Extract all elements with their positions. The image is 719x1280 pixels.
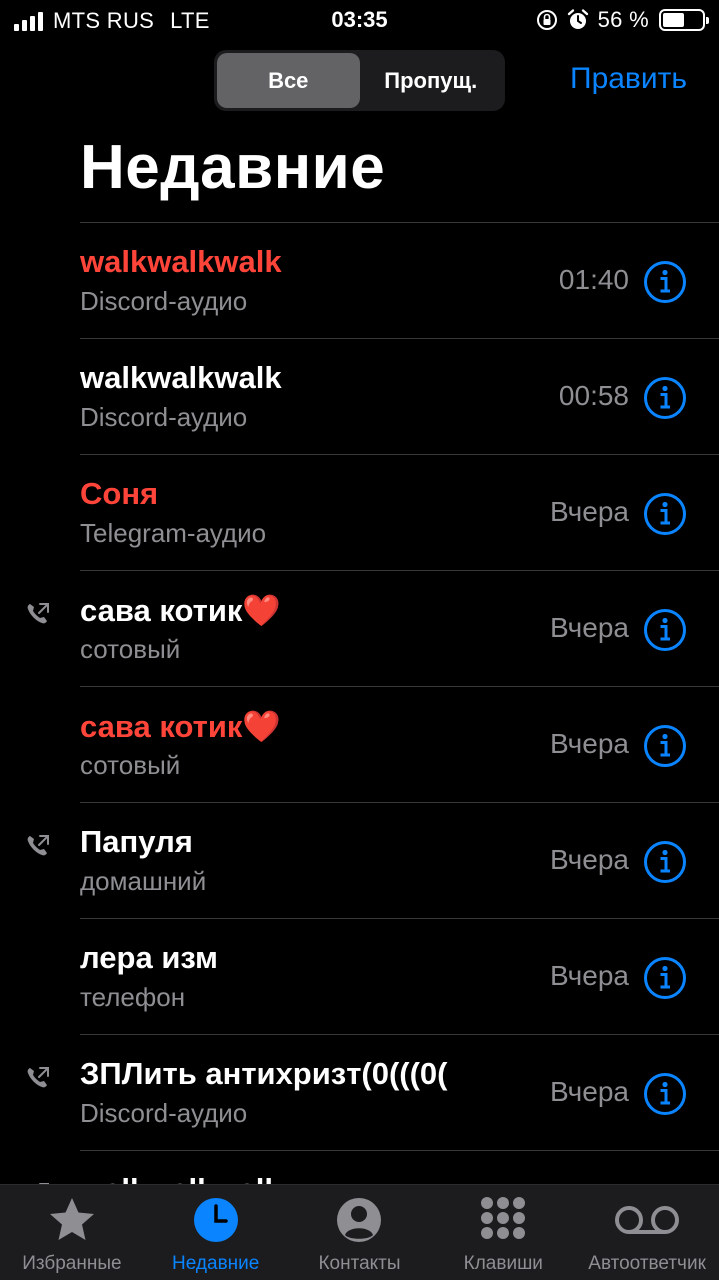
call-type: телефон [80, 982, 186, 1012]
call-row[interactable]: сава котик❤️ сотовый Вчера [0, 686, 719, 802]
battery-percent: 56 % [597, 7, 649, 32]
call-row[interactable]: лера изм телефон Вчера [0, 918, 719, 1034]
status-bar: MTS RUS LTE 03:35 56 % [0, 0, 719, 40]
call-row[interactable]: walkwalkwalk Discord-аудио 00:58 [0, 338, 719, 454]
caller-name: Папуля [80, 824, 193, 859]
star-icon [47, 1195, 97, 1245]
person-circle-icon [334, 1195, 384, 1245]
call-time: 01:40 [558, 264, 629, 295]
call-row[interactable]: ЗПЛить антихризт(0(((0( Discord-аудио Вчер… [0, 1034, 719, 1150]
outgoing-call-icon [24, 832, 52, 860]
tab-label: Недавние [172, 1253, 260, 1274]
caller-name: сава котик❤️ [80, 709, 281, 744]
call-time: Вчера [549, 728, 629, 759]
battery-fill [663, 13, 684, 27]
call-row[interactable]: walkwalkwalk Discord-аудио 01:40 [0, 222, 719, 338]
tab-keypad[interactable]: Клавиши [431, 1185, 575, 1280]
info-icon[interactable] [643, 608, 687, 652]
edit-button[interactable]: Править [570, 62, 687, 96]
tab-label: Автоответчик [588, 1253, 706, 1274]
call-time: Вчера [549, 960, 629, 991]
info-icon[interactable] [643, 956, 687, 1000]
call-time: Вчера [549, 844, 629, 875]
caller-name: walkwalkwalk [80, 360, 282, 395]
segment-all[interactable]: Все [217, 53, 360, 108]
call-type: Discord-аудио [80, 1098, 248, 1128]
page-title: Недавние [80, 133, 386, 202]
call-type: домашний [80, 866, 207, 896]
call-type: Discord-аудио [80, 402, 248, 432]
tab-voicemail[interactable]: Автоответчик [575, 1185, 719, 1280]
tab-label: Контакты [318, 1253, 401, 1274]
tab-clock[interactable]: Недавние [144, 1185, 288, 1280]
info-icon[interactable] [643, 260, 687, 304]
status-bar-right: 56 % [536, 7, 709, 33]
filter-segmented-control: Все Пропущ. [214, 50, 505, 111]
call-type: сотовый [80, 634, 181, 664]
call-time: Вчера [549, 1076, 629, 1107]
call-row[interactable]: Папуля домашний Вчера [0, 802, 719, 918]
orientation-lock-icon [536, 10, 557, 30]
caller-name: walkwalkwalk [80, 244, 282, 279]
tab-label: Клавиши [463, 1253, 543, 1274]
call-row[interactable]: Соня Telegram-аудио Вчера [0, 454, 719, 570]
alarm-icon [567, 9, 588, 29]
recents-screen: MTS RUS LTE 03:35 56 % Все Пропущ. Прави [0, 0, 719, 1280]
call-type: сотовый [80, 750, 181, 780]
recent-calls-list: walkwalkwalk Discord-аудио 01:40 walkwalkwa… [0, 222, 719, 1266]
info-icon[interactable] [643, 492, 687, 536]
call-time: Вчера [549, 612, 629, 643]
call-time: 00:58 [558, 380, 629, 411]
caller-name: ЗПЛить антихризт(0(((0( [80, 1056, 448, 1091]
call-type: Telegram-аудио [80, 518, 267, 548]
info-icon[interactable] [643, 724, 687, 768]
segment-missed[interactable]: Пропущ. [360, 53, 503, 108]
outgoing-call-icon [24, 1064, 52, 1092]
info-icon[interactable] [643, 840, 687, 884]
clock-icon [191, 1195, 241, 1245]
caller-name: лера изм [80, 940, 218, 975]
info-icon[interactable] [643, 1072, 687, 1116]
tab-bar: Избранные Недавние Контакты Клавиши Автоотве… [0, 1184, 719, 1280]
caller-name: сава котик❤️ [80, 593, 281, 628]
caller-name: Соня [80, 476, 159, 511]
tab-label: Избранные [22, 1253, 122, 1274]
call-type: Discord-аудио [80, 286, 248, 316]
info-icon[interactable] [643, 376, 687, 420]
tab-person-circle[interactable]: Контакты [288, 1185, 432, 1280]
tab-star[interactable]: Избранные [0, 1185, 144, 1280]
keypad-icon [478, 1195, 528, 1245]
battery-icon [659, 9, 709, 31]
outgoing-call-icon [24, 600, 52, 628]
call-row[interactable]: сава котик❤️ сотовый Вчера [0, 570, 719, 686]
call-time: Вчера [549, 496, 629, 527]
voicemail-icon [612, 1195, 682, 1245]
